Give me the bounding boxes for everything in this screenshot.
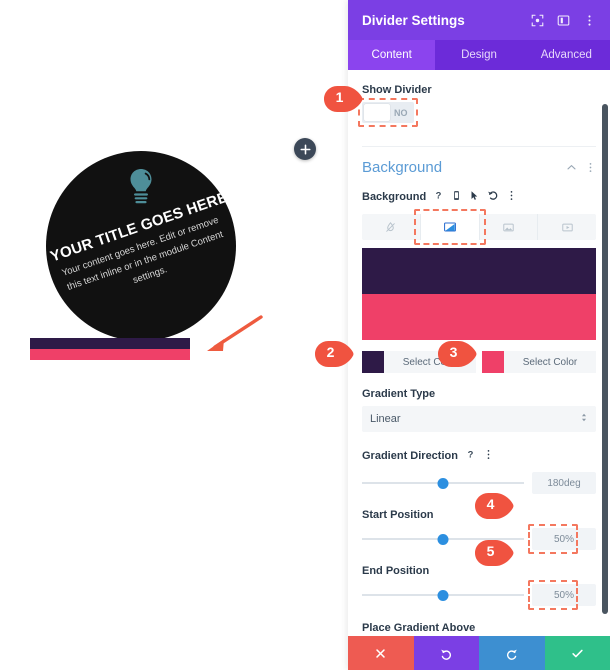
gradient-direction-label: Gradient Direction [362,450,458,462]
gradient-direction-slider[interactable] [362,476,524,490]
show-divider-label: Show Divider [362,84,432,96]
reset-undo-icon[interactable] [487,188,499,206]
gradient-type-label: Gradient Type [362,388,436,400]
marker-number: 5 [486,543,495,559]
chevron-up-icon[interactable] [566,162,577,173]
responsive-mobile-icon[interactable] [451,188,462,206]
place-gradient-label-line1: Place Gradient Above [362,622,476,634]
annotation-marker-2: 2 [313,339,355,369]
gradient-direction-value[interactable]: 180deg [532,472,596,494]
check-icon [572,649,583,657]
undo-button[interactable] [413,636,479,670]
undo-icon [440,649,451,660]
gradient-icon [443,222,456,232]
blurb-text-block: YOUR TITLE GOES HERE Your content goes h… [48,189,236,311]
toggle-knob [364,104,390,121]
video-icon [561,223,573,231]
slider-thumb[interactable] [437,590,449,601]
direction-kebab-menu-icon[interactable] [483,447,494,465]
tab-advanced[interactable]: Advanced [523,40,610,70]
kebab-menu-icon[interactable] [578,9,600,31]
pointer-arrow-icon [193,313,265,359]
gradient-type-select[interactable]: Linear [362,406,596,432]
help-icon[interactable]: ? [433,188,444,206]
show-divider-toggle-value: NO [394,107,408,118]
gradient-preview [362,248,596,340]
preview-canvas: YOUR TITLE GOES HERE Your content goes h… [0,0,348,670]
save-button[interactable] [544,636,610,670]
annotation-marker-3: 3 [436,339,478,369]
background-color-off-tab[interactable] [362,214,421,240]
background-section-header: Background [362,146,596,176]
close-icon [376,648,385,658]
background-image-tab[interactable] [480,214,539,240]
annotation-marker-5: 5 [473,538,515,568]
select-arrows-icon [580,412,588,426]
color-off-icon [386,221,396,232]
select-color-two-button[interactable]: Select Color [504,351,596,373]
divider-settings-panel: Divider Settings Content Design Advanced [348,0,610,670]
panel-tabs: Content Design Advanced [348,40,610,70]
slider-thumb[interactable] [437,478,449,489]
background-kebab-menu-icon[interactable] [506,188,517,206]
panel-footer [348,636,610,670]
section-kebab-menu-icon[interactable] [585,162,596,173]
background-row-label: Background [362,191,427,203]
panel-title: Divider Settings [362,12,465,28]
svg-text:?: ? [468,449,474,460]
annotation-marker-4: 4 [473,491,515,521]
lightbulb-icon [124,167,158,205]
panel-scrollbar[interactable] [602,104,608,614]
add-module-button[interactable] [294,138,316,160]
panel-header: Divider Settings [348,0,610,40]
place-gradient-label: Place Gradient Above Background Image [362,621,596,636]
start-position-value[interactable]: 50% [532,528,596,550]
end-position-value[interactable]: 50% [532,584,596,606]
svg-text:?: ? [436,190,442,201]
layout-split-icon[interactable] [552,9,574,31]
background-type-tabs [362,214,596,240]
gradient-type-value: Linear [370,413,401,425]
tab-content[interactable]: Content [348,40,436,70]
background-field-row: Background ? [362,188,596,206]
background-section-title: Background [362,159,443,176]
gradient-color-one-swatch[interactable] [362,351,384,373]
redo-icon [507,649,518,660]
expand-icon[interactable] [526,9,548,31]
gradient-colors-row: Select Color Select Color [362,351,596,373]
marker-number: 1 [335,89,344,105]
background-video-tab[interactable] [538,214,596,240]
annotation-marker-1: 1 [322,84,364,114]
image-icon [503,223,514,231]
gradient-direction-row: Gradient Direction ? [362,447,596,465]
marker-number: 4 [486,496,495,512]
cancel-button[interactable] [348,636,414,670]
slider-thumb[interactable] [437,534,449,545]
redo-button[interactable] [479,636,545,670]
plus-icon [299,143,311,155]
marker-number: 3 [449,344,458,360]
end-position-control: 50% [362,580,596,610]
end-position-slider[interactable] [362,588,524,602]
direction-help-icon[interactable]: ? [465,447,476,465]
marker-number: 2 [326,344,335,360]
hover-cursor-icon[interactable] [469,188,480,206]
background-gradient-tab[interactable] [420,214,480,240]
divider-preview-bar [30,338,190,360]
gradient-color-two-swatch[interactable] [482,351,504,373]
tab-design[interactable]: Design [435,40,522,70]
show-divider-toggle[interactable]: NO [362,102,414,123]
